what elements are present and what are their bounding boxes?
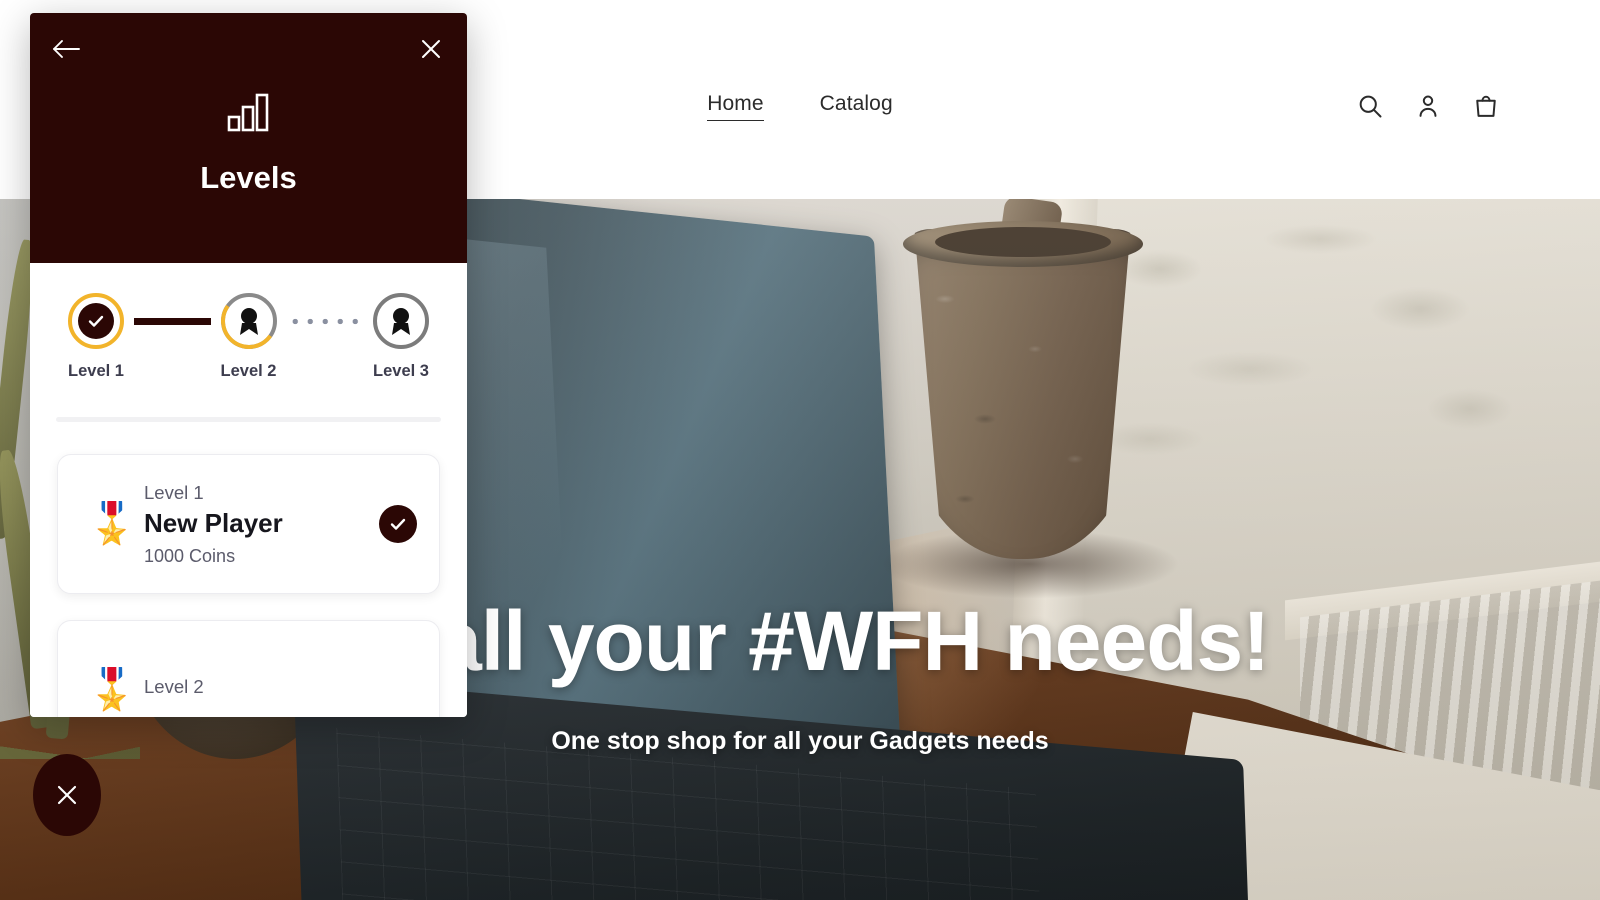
level-card-level: Level 1 [144, 481, 204, 503]
stepper-label-level-1: Level 1 [68, 362, 124, 380]
cart-icon[interactable] [1472, 92, 1500, 120]
level-card[interactable]: 🎖️ Level 1 New Player 1000 Coins [57, 454, 440, 594]
level-card-text: Level 1 New Player 1000 Coins [144, 482, 379, 567]
back-arrow-icon[interactable] [49, 32, 83, 66]
connector-locked [286, 293, 363, 349]
level-card-text: Level 2 [144, 676, 417, 705]
levels-panel-header: Levels [30, 13, 467, 263]
levels-stepper: Level 1 Level 2 Level 3 [30, 263, 467, 381]
achieved-check-icon [379, 505, 417, 543]
medal-icon: 🎖️ [87, 668, 137, 712]
check-icon [78, 303, 114, 339]
close-icon [57, 785, 77, 805]
level-card-name: New Player [144, 507, 283, 538]
step-ring-completed [68, 293, 124, 349]
stepper-label-level-3: Level 3 [373, 362, 429, 380]
medal-icon: 🎖️ [87, 502, 137, 546]
level-card-level: Level 2 [144, 675, 204, 697]
connector-completed [134, 293, 211, 349]
widget-close-button[interactable] [33, 754, 101, 836]
levels-card-list: 🎖️ Level 1 New Player 1000 Coins 🎖️ Leve… [30, 422, 467, 717]
award-icon [239, 308, 258, 335]
stepper-item-level-1[interactable]: Level 1 [58, 293, 134, 381]
award-icon [392, 308, 410, 335]
stepper-item-level-3[interactable]: Level 3 [363, 293, 439, 381]
search-icon[interactable] [1356, 92, 1384, 120]
screen: or all your #WFH needs! One stop shop fo… [0, 0, 1600, 900]
levels-panel-body: Level 1 Level 2 Level 3 🎖️ Level 1 New P… [30, 263, 467, 717]
level-card-coins: 1000 Coins [144, 545, 236, 566]
header-icon-group [1356, 92, 1500, 120]
level-card[interactable]: 🎖️ Level 2 [57, 620, 440, 717]
step-ring-in-progress [220, 293, 277, 349]
page-title: Levels [200, 160, 297, 195]
stepper-label-level-2: Level 2 [220, 362, 277, 380]
hero-subtitle: One stop shop for all your Gadgets needs [551, 727, 1049, 755]
account-icon[interactable] [1414, 92, 1442, 120]
close-icon[interactable] [414, 32, 448, 66]
stepper-item-level-2[interactable]: Level 2 [211, 293, 287, 381]
nav-item-home[interactable]: Home [707, 92, 764, 121]
levels-panel-heading: Levels [30, 91, 467, 196]
step-ring-locked [373, 293, 429, 349]
levels-panel: Levels Level 1 Level 2 Level 3 🎖️ Level … [30, 13, 467, 717]
bar-chart-icon [226, 91, 272, 138]
nav-item-catalog[interactable]: Catalog [820, 92, 893, 121]
